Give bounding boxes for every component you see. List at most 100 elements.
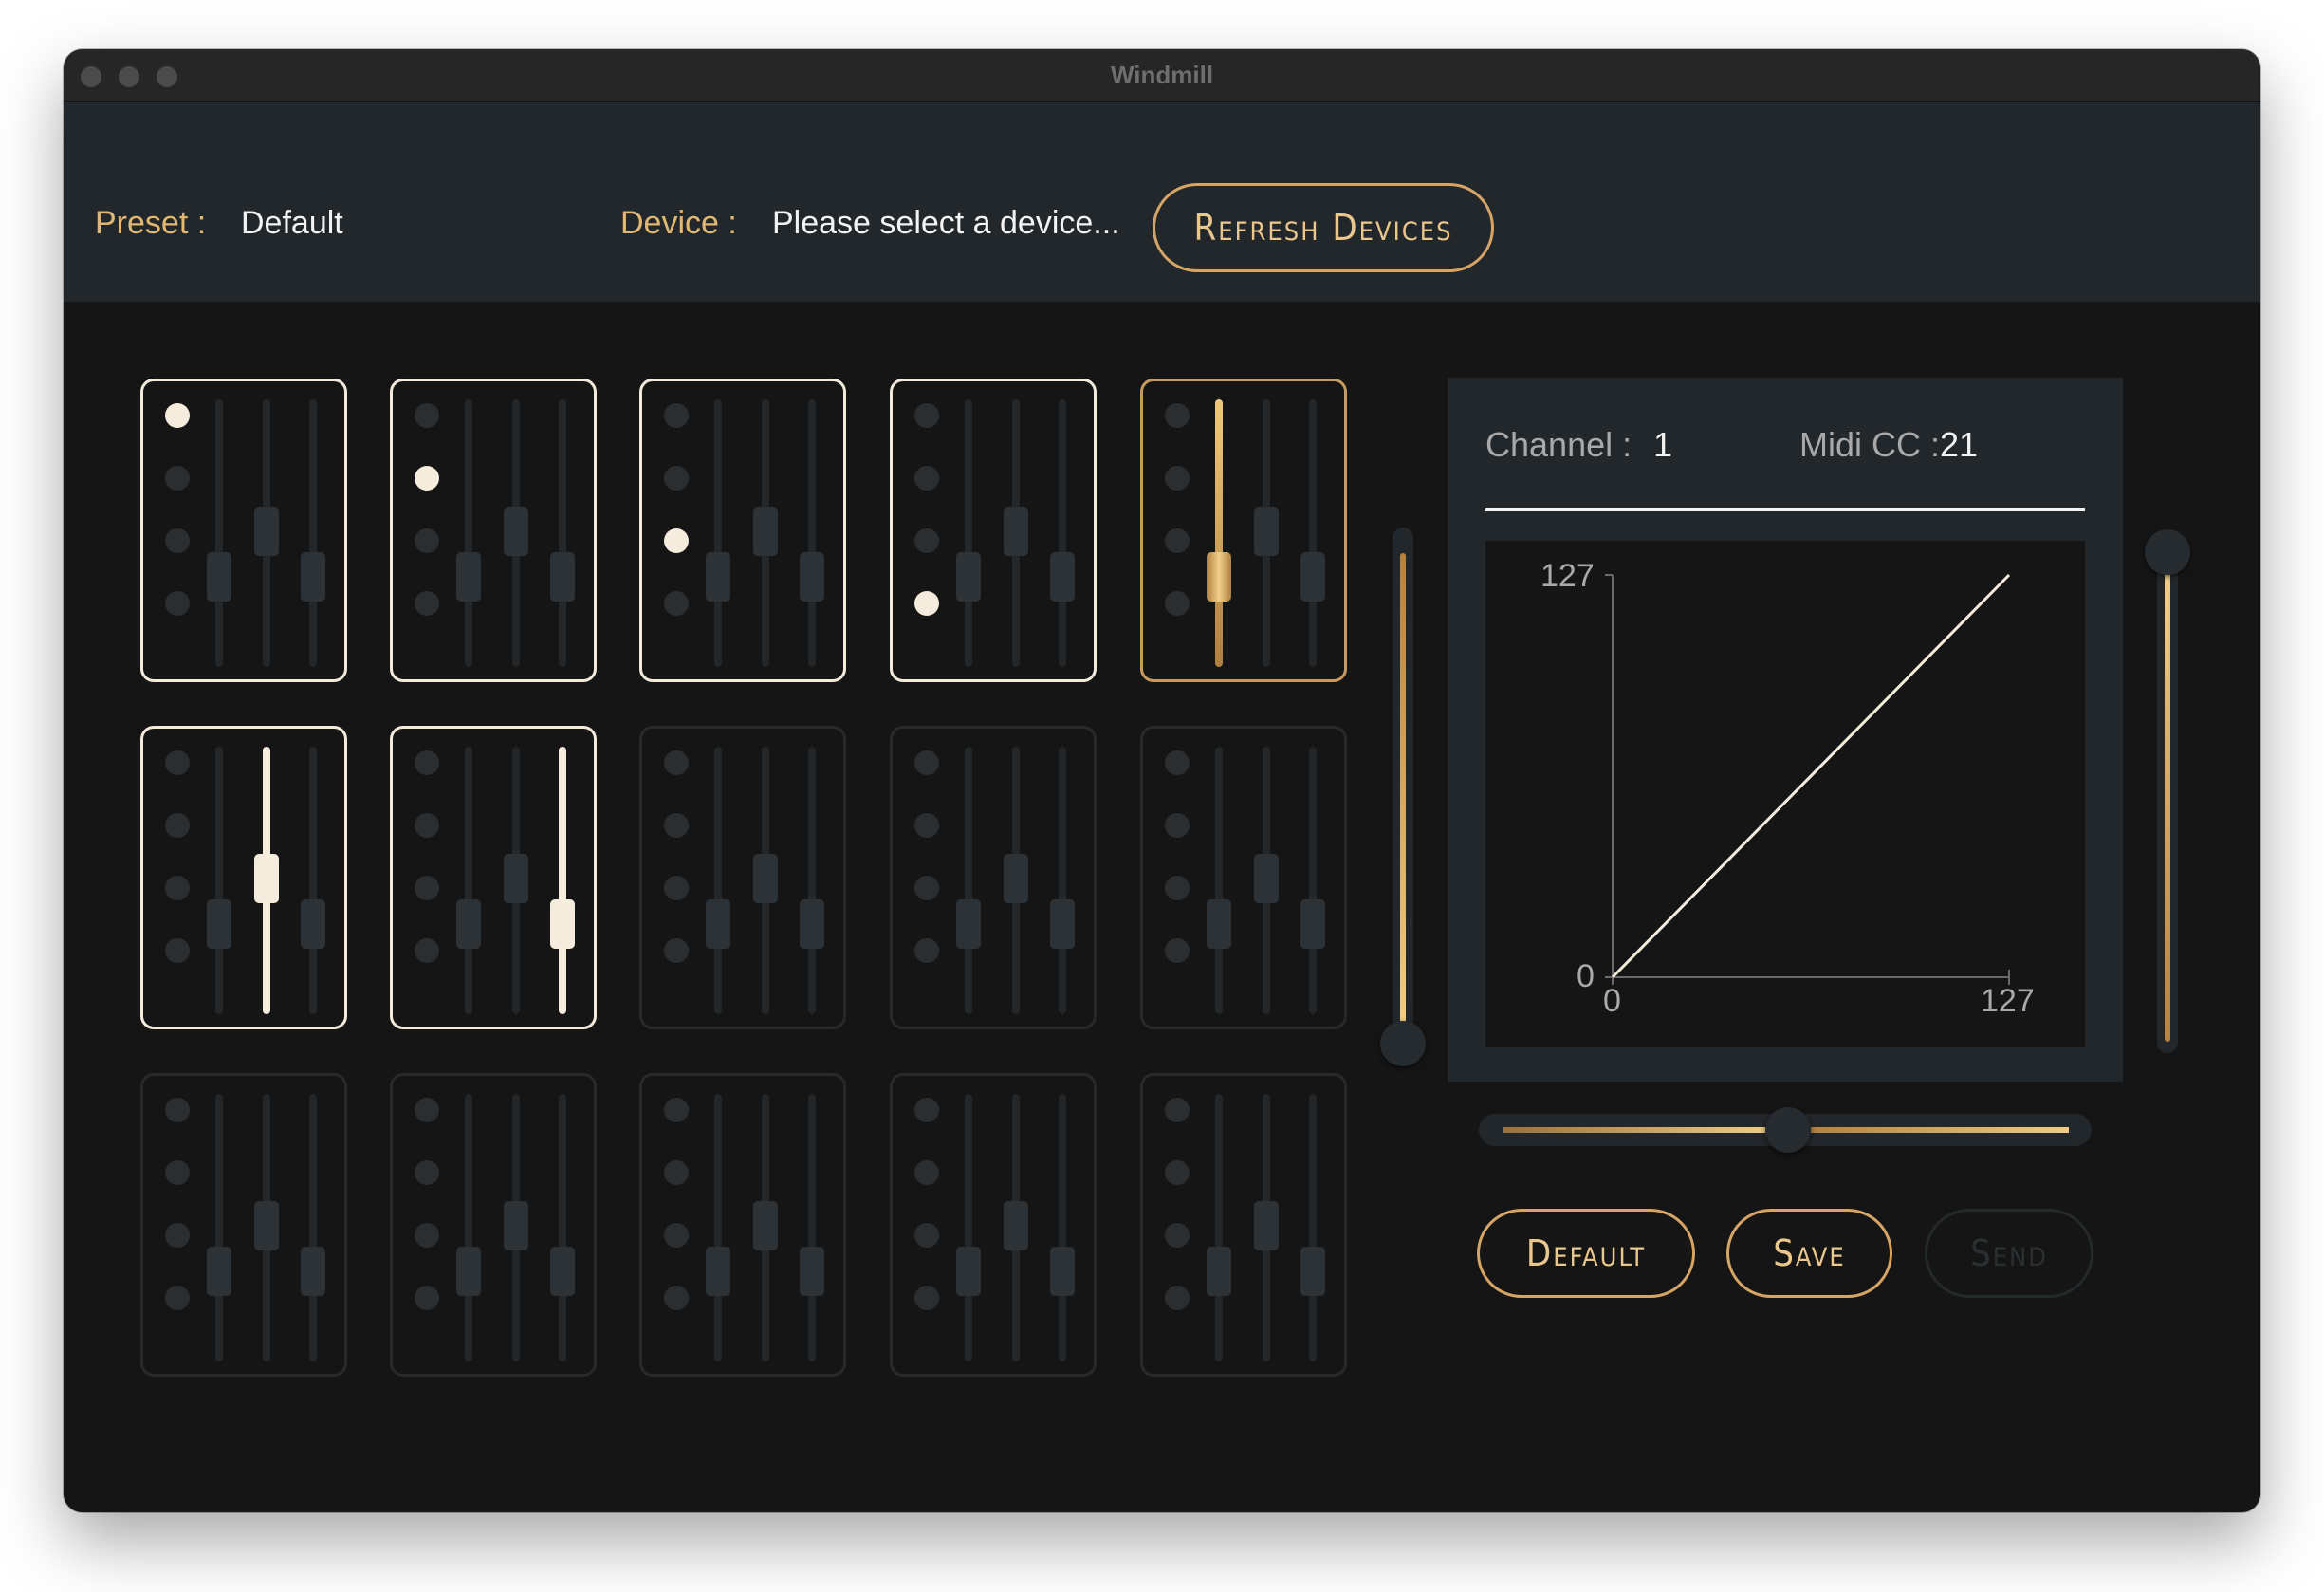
pad-fader-thumb [207, 899, 231, 949]
pad-fader-thumb [301, 552, 325, 602]
control-pad-r3c3[interactable] [639, 1073, 846, 1377]
pad-button-dot [165, 528, 190, 553]
control-pad-r1c1[interactable] [140, 379, 347, 682]
y-max-label: 127 [1540, 558, 1595, 594]
midi-cc-value[interactable]: 21 [1940, 425, 1978, 465]
pad-button-dot [664, 466, 689, 491]
refresh-devices-button[interactable]: Refresh Devices [1153, 183, 1494, 272]
pad-button-dot [914, 876, 939, 900]
control-pad-r2c5[interactable] [1140, 726, 1347, 1029]
pad-fader-track [965, 1094, 972, 1361]
pad-fader-track [965, 747, 972, 1014]
device-select[interactable]: Please select a device... [772, 205, 1120, 242]
pad-button-dot [415, 1098, 439, 1122]
mapping-panel: Channel : 1 Midi CC : 21 127 0 0 127 [1448, 378, 2123, 1082]
control-pad-r1c2[interactable] [390, 379, 597, 682]
pad-button-dot [1165, 813, 1190, 838]
pad-fader-thumb [207, 1247, 231, 1296]
panel-divider [1485, 508, 2085, 511]
left-slider-knob[interactable] [1380, 1021, 1426, 1066]
pad-button-dot [914, 938, 939, 963]
pad-fader-thumb [956, 1247, 981, 1296]
right-slider-knob[interactable] [2145, 529, 2190, 575]
pad-button-dot [415, 528, 439, 553]
preset-value[interactable]: Default [241, 205, 343, 242]
pad-button-dot [1165, 591, 1190, 616]
x-max-label: 127 [1981, 983, 2035, 1019]
channel-value[interactable]: 1 [1653, 425, 1672, 465]
pad-button-dot [664, 1223, 689, 1248]
pad-fader-track [465, 747, 472, 1014]
control-pad-r1c3[interactable] [639, 379, 846, 682]
pad-fader-thumb [456, 1247, 481, 1296]
pad-fader-thumb [753, 507, 778, 556]
pad-button-dot [664, 1098, 689, 1122]
pad-button-dot [1165, 1160, 1190, 1185]
pad-button-dot [914, 466, 939, 491]
pad-button-dot [914, 591, 939, 616]
pad-button-dot [415, 1286, 439, 1310]
control-pad-r2c2[interactable] [390, 726, 597, 1029]
pad-fader-thumb [1254, 854, 1279, 903]
left-slider-fill [1400, 553, 1406, 1023]
pad-fader-track [1059, 747, 1066, 1014]
pad-button-dot [1165, 466, 1190, 491]
pad-fader-track [714, 399, 722, 667]
control-pad-r2c3[interactable] [639, 726, 846, 1029]
pad-button-dot [415, 938, 439, 963]
pad-fader-track [1309, 747, 1317, 1014]
send-button[interactable]: Send [1925, 1209, 2093, 1298]
save-button[interactable]: Save [1726, 1209, 1892, 1298]
pad-button-dot [1165, 876, 1190, 900]
pad-fader-thumb [1300, 1247, 1325, 1296]
control-pad-r1c4[interactable] [890, 379, 1097, 682]
response-curve-line [1611, 573, 2011, 979]
pad-fader-thumb [800, 552, 824, 602]
x-min-label: 0 [1603, 983, 1621, 1019]
control-pad-r3c5[interactable] [1140, 1073, 1347, 1377]
pad-button-dot [914, 750, 939, 775]
pad-button-dot [664, 591, 689, 616]
y-min-label: 0 [1577, 958, 1595, 994]
pad-button-dot [914, 1286, 939, 1310]
pad-fader-track [309, 747, 317, 1014]
pad-button-dot [1165, 750, 1190, 775]
title-bar: Windmill [64, 49, 2260, 102]
pad-fader-track [714, 1094, 722, 1361]
pad-fader-track [559, 747, 566, 1014]
main-area: Channel : 1 Midi CC : 21 127 0 0 127 Def… [64, 302, 2260, 1512]
pad-fader-track [714, 747, 722, 1014]
pad-button-dot [415, 1223, 439, 1248]
pad-fader-thumb [504, 854, 528, 903]
pad-fader-thumb [254, 1201, 279, 1250]
right-slider-fill [2165, 572, 2170, 1042]
pad-fader-thumb [207, 552, 231, 602]
pad-button-dot [165, 591, 190, 616]
control-pad-r2c1[interactable] [140, 726, 347, 1029]
pad-fader-thumb [1050, 899, 1075, 949]
control-pad-r1c5[interactable] [1140, 379, 1347, 682]
curve-slider-knob[interactable] [1765, 1107, 1811, 1153]
pad-fader-thumb [1004, 1201, 1028, 1250]
pad-fader-thumb [254, 854, 279, 903]
pad-fader-thumb [301, 1247, 325, 1296]
pad-fader-thumb [800, 899, 824, 949]
pad-fader-thumb [550, 899, 575, 949]
pad-fader-track [1215, 1094, 1223, 1361]
pad-fader-thumb [1207, 552, 1231, 602]
response-curve-graph[interactable]: 127 0 0 127 [1485, 541, 2085, 1047]
pad-button-dot [165, 1160, 190, 1185]
pad-fader-thumb [706, 552, 730, 602]
pad-fader-thumb [1300, 899, 1325, 949]
control-pad-r3c1[interactable] [140, 1073, 347, 1377]
control-pad-r3c4[interactable] [890, 1073, 1097, 1377]
pad-fader-track [309, 399, 317, 667]
pad-fader-thumb [504, 507, 528, 556]
pad-button-dot [664, 938, 689, 963]
control-pad-r2c4[interactable] [890, 726, 1097, 1029]
pad-fader-thumb [301, 899, 325, 949]
control-pad-r3c2[interactable] [390, 1073, 597, 1377]
default-button[interactable]: Default [1477, 1209, 1695, 1298]
pad-fader-track [1309, 1094, 1317, 1361]
curve-slider-fill-left [1503, 1127, 1766, 1133]
